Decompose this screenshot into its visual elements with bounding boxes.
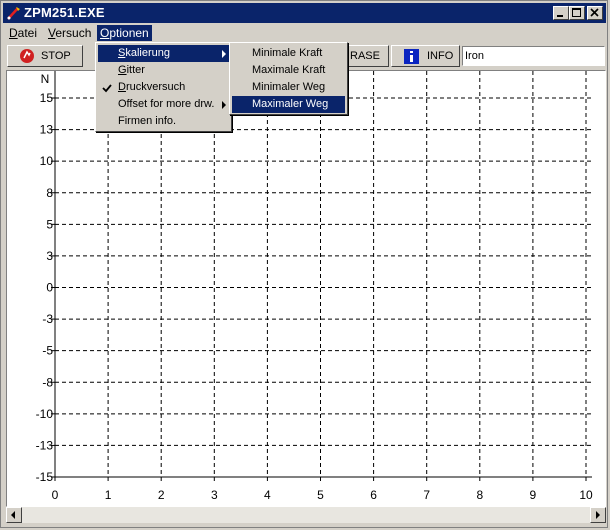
x-tick-label: 0 (52, 488, 59, 502)
scroll-left-button[interactable] (6, 507, 22, 523)
minimize-button[interactable] (553, 6, 569, 20)
y-tick-label: -10 (36, 407, 54, 421)
skalierung-label: kalierung (125, 47, 170, 59)
menu-item-minimaler-weg[interactable]: Minimaler Weg (232, 79, 345, 96)
firmen-info-label: Firmen info. (118, 115, 177, 127)
gitter-key: G (118, 64, 127, 76)
x-tick-label: 3 (211, 488, 218, 502)
close-icon (590, 8, 599, 17)
y-tick-label: -13 (36, 438, 54, 452)
y-tick-label: -3 (42, 312, 53, 326)
y-tick-label: 15 (40, 91, 54, 105)
y-tick-label: 13 (40, 123, 54, 137)
druckversuch-label: ruckversuch (125, 81, 186, 93)
x-tick-label: 1 (105, 488, 112, 502)
submenu-arrow-icon (222, 50, 226, 58)
checkmark-icon (102, 84, 112, 93)
plot-area: 15 13 10 8 5 3 0 -3 -5 -8 -10 -13 -15 0 1 2 3 4 5 6 7 8 9 10 N (6, 70, 606, 507)
gitter-label: itter (126, 64, 145, 76)
y-tick-label: -8 (42, 375, 53, 389)
optionen-dropdown: Skalierung Gitter Druckversuch Offset fo… (95, 42, 232, 132)
app-icon (7, 7, 20, 20)
stop-button[interactable]: STOP (7, 45, 83, 67)
menu-item-minimale-kraft[interactable]: Minimale Kraft (232, 45, 345, 62)
x-tick-label: 7 (423, 488, 430, 502)
menu-item-offset[interactable]: Offset for more drw. (98, 96, 229, 113)
skalierung-submenu: Minimale Kraft Maximale Kraft Minimaler … (229, 42, 348, 115)
y-tick-label: 5 (46, 217, 53, 231)
x-tick-label: 2 (158, 488, 165, 502)
force-distance-chart: 15 13 10 8 5 3 0 -3 -5 -8 -10 -13 -15 0 1 2 3 4 5 6 7 8 9 10 N (36, 71, 593, 502)
maximale-kraft-label: Maximale Kraft (252, 64, 326, 76)
window-title: ZPM251.EXE (24, 5, 105, 20)
minimize-icon (557, 15, 563, 17)
y-tick-label: 10 (40, 154, 54, 168)
menu-item-gitter[interactable]: Gitter (98, 62, 229, 79)
y-tick-label: 0 (46, 281, 53, 295)
x-tick-label: 8 (476, 488, 483, 502)
arrow-left-icon (11, 511, 15, 519)
minimaler-weg-label: Minimaler Weg (252, 81, 326, 93)
menu-versuch[interactable]: Versuch (45, 25, 94, 41)
y-tick-label: 3 (46, 249, 53, 263)
scroll-right-button[interactable] (590, 507, 606, 523)
offset-label: Offset for more drw. (118, 98, 215, 110)
info-label: INFO (427, 50, 454, 62)
info-icon (404, 49, 419, 64)
horizontal-scrollbar[interactable] (6, 507, 606, 523)
menu-optionen-label: ptionen (109, 26, 149, 40)
menu-optionen[interactable]: Optionen (97, 25, 152, 41)
material-field[interactable]: Iron (462, 46, 605, 66)
x-tick-label: 5 (317, 488, 324, 502)
maximaler-weg-label: Maximaler Weg (252, 98, 329, 110)
maximize-icon (572, 8, 581, 17)
menu-item-maximaler-weg[interactable]: Maximaler Weg (232, 96, 345, 113)
minimale-kraft-label: Minimale Kraft (252, 47, 323, 59)
y-axis-label: N (41, 72, 50, 86)
x-tick-label: 9 (530, 488, 537, 502)
arrow-right-icon (596, 511, 600, 519)
submenu-arrow-icon (222, 101, 226, 109)
menu-optionen-key: O (100, 26, 110, 40)
menu-item-maximale-kraft[interactable]: Maximale Kraft (232, 62, 345, 79)
menu-versuch-label: ersuch (55, 26, 92, 40)
x-tick-label: 4 (264, 488, 271, 502)
menu-bar: Datei Versuch Optionen (3, 24, 606, 42)
menu-datei-label: atei (17, 26, 38, 40)
stop-icon (20, 49, 34, 63)
menu-item-firmen-info[interactable]: Firmen info. (98, 113, 229, 130)
stop-label: STOP (41, 50, 71, 62)
menu-item-druckversuch[interactable]: Druckversuch (98, 79, 229, 96)
info-button[interactable]: INFO (391, 45, 460, 67)
y-tick-label: -15 (36, 470, 54, 484)
title-bar[interactable]: ZPM251.EXE (3, 3, 606, 23)
erase-label: RASE (350, 50, 380, 62)
menu-datei-key: D (9, 26, 18, 40)
x-tick-label: 10 (579, 488, 593, 502)
y-tick-label: 8 (46, 186, 53, 200)
x-tick-label: 6 (370, 488, 377, 502)
menu-datei[interactable]: Datei (6, 25, 40, 41)
close-button[interactable] (587, 6, 603, 20)
menu-item-skalierung[interactable]: Skalierung (98, 45, 229, 62)
maximize-button[interactable] (569, 6, 585, 20)
druckversuch-key: D (118, 81, 126, 93)
y-tick-label: -5 (42, 344, 53, 358)
